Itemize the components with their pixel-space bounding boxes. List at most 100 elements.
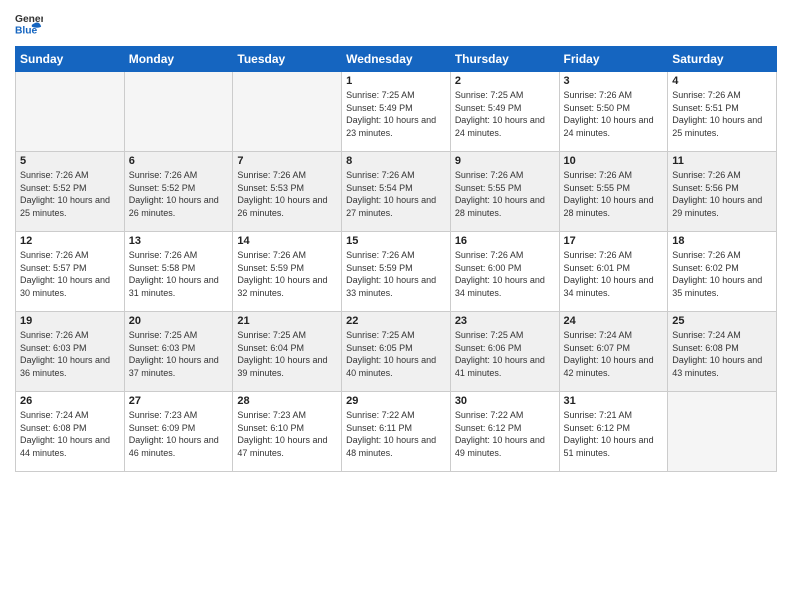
day-info: Sunrise: 7:22 AMSunset: 6:11 PMDaylight:… [346, 409, 446, 459]
day-info: Sunrise: 7:26 AMSunset: 5:58 PMDaylight:… [129, 249, 229, 299]
day-info: Sunrise: 7:26 AMSunset: 6:00 PMDaylight:… [455, 249, 555, 299]
day-info: Sunrise: 7:22 AMSunset: 6:12 PMDaylight:… [455, 409, 555, 459]
calendar-day-cell [668, 392, 777, 472]
calendar-day-cell [124, 72, 233, 152]
calendar-day-cell: 6 Sunrise: 7:26 AMSunset: 5:52 PMDaylight… [124, 152, 233, 232]
day-number: 12 [20, 235, 120, 247]
calendar-day-cell: 11 Sunrise: 7:26 AMSunset: 5:56 PMDayligh… [668, 152, 777, 232]
calendar-day-cell [233, 72, 342, 152]
day-number: 26 [20, 395, 120, 407]
calendar-day-cell: 4Sunrise: 7:26 AMSunset: 5:51 PMDaylight… [668, 72, 777, 152]
calendar-day-cell: 2 Sunrise: 7:25 AMSunset: 5:49 PMDaylight… [450, 72, 559, 152]
calendar-week-row: 19 Sunrise: 7:26 AMSunset: 6:03 PMDayligh… [16, 312, 777, 392]
calendar-week-row: 26 Sunrise: 7:24 AMSunset: 6:08 PMDayligh… [16, 392, 777, 472]
svg-text:Blue: Blue [15, 25, 38, 36]
calendar-day-cell: 31Sunrise: 7:21 AMSunset: 6:12 PMDayligh… [559, 392, 668, 472]
page: General Blue SundayMondayTuesdayWednesda… [0, 0, 792, 612]
calendar-day-cell: 9Sunrise: 7:26 AMSunset: 5:55 PMDaylight… [450, 152, 559, 232]
calendar-day-cell: 13 Sunrise: 7:26 AMSunset: 5:58 PMDayligh… [124, 232, 233, 312]
day-info: Sunrise: 7:26 AMSunset: 6:01 PMDaylight:… [564, 249, 664, 299]
calendar-day-cell: 1Sunrise: 7:25 AMSunset: 5:49 PMDaylight… [342, 72, 451, 152]
calendar-header-row: SundayMondayTuesdayWednesdayThursdayFrid… [16, 47, 777, 72]
day-of-week-header: Monday [124, 47, 233, 72]
day-info: Sunrise: 7:24 AMSunset: 6:07 PMDaylight:… [564, 329, 664, 379]
calendar-day-cell: 8Sunrise: 7:26 AMSunset: 5:54 PMDaylight… [342, 152, 451, 232]
calendar-day-cell: 30 Sunrise: 7:22 AMSunset: 6:12 PMDayligh… [450, 392, 559, 472]
day-number: 5 [20, 155, 120, 167]
calendar-day-cell: 15 Sunrise: 7:26 AMSunset: 5:59 PMDayligh… [342, 232, 451, 312]
day-info: Sunrise: 7:26 AMSunset: 5:52 PMDaylight:… [20, 169, 120, 219]
day-info: Sunrise: 7:26 AMSunset: 5:50 PMDaylight:… [564, 89, 664, 139]
day-number: 17 [564, 235, 664, 247]
day-info: Sunrise: 7:26 AMSunset: 6:03 PMDaylight:… [20, 329, 120, 379]
calendar-day-cell: 18Sunrise: 7:26 AMSunset: 6:02 PMDayligh… [668, 232, 777, 312]
day-number: 8 [346, 155, 446, 167]
calendar-day-cell: 29 Sunrise: 7:22 AMSunset: 6:11 PMDayligh… [342, 392, 451, 472]
day-number: 6 [129, 155, 229, 167]
day-number: 11 [672, 155, 772, 167]
calendar-day-cell: 5 Sunrise: 7:26 AMSunset: 5:52 PMDaylight… [16, 152, 125, 232]
day-number: 30 [455, 395, 555, 407]
calendar-day-cell: 19 Sunrise: 7:26 AMSunset: 6:03 PMDayligh… [16, 312, 125, 392]
day-number: 22 [346, 315, 446, 327]
logo-icon: General Blue [15, 10, 43, 38]
day-number: 25 [672, 315, 772, 327]
day-number: 13 [129, 235, 229, 247]
day-info: Sunrise: 7:21 AMSunset: 6:12 PMDaylight:… [564, 409, 664, 459]
day-info: Sunrise: 7:26 AMSunset: 5:57 PMDaylight:… [20, 249, 120, 299]
calendar-week-row: 1Sunrise: 7:25 AMSunset: 5:49 PMDaylight… [16, 72, 777, 152]
calendar-day-cell: 12 Sunrise: 7:26 AMSunset: 5:57 PMDayligh… [16, 232, 125, 312]
day-number: 19 [20, 315, 120, 327]
day-info: Sunrise: 7:26 AMSunset: 5:52 PMDaylight:… [129, 169, 229, 219]
calendar-day-cell: 7Sunrise: 7:26 AMSunset: 5:53 PMDaylight… [233, 152, 342, 232]
day-info: Sunrise: 7:23 AMSunset: 6:10 PMDaylight:… [237, 409, 337, 459]
day-number: 23 [455, 315, 555, 327]
day-info: Sunrise: 7:24 AMSunset: 6:08 PMDaylight:… [20, 409, 120, 459]
day-info: Sunrise: 7:25 AMSunset: 5:49 PMDaylight:… [346, 89, 446, 139]
day-number: 10 [564, 155, 664, 167]
calendar-day-cell: 27 Sunrise: 7:23 AMSunset: 6:09 PMDayligh… [124, 392, 233, 472]
header: General Blue [15, 10, 777, 38]
day-number: 15 [346, 235, 446, 247]
day-info: Sunrise: 7:25 AMSunset: 6:05 PMDaylight:… [346, 329, 446, 379]
day-info: Sunrise: 7:25 AMSunset: 6:03 PMDaylight:… [129, 329, 229, 379]
day-number: 18 [672, 235, 772, 247]
day-number: 3 [564, 75, 664, 87]
day-info: Sunrise: 7:26 AMSunset: 5:59 PMDaylight:… [346, 249, 446, 299]
logo: General Blue [15, 10, 43, 38]
day-info: Sunrise: 7:25 AMSunset: 5:49 PMDaylight:… [455, 89, 555, 139]
calendar-week-row: 5 Sunrise: 7:26 AMSunset: 5:52 PMDaylight… [16, 152, 777, 232]
calendar-day-cell: 16 Sunrise: 7:26 AMSunset: 6:00 PMDayligh… [450, 232, 559, 312]
day-info: Sunrise: 7:26 AMSunset: 5:56 PMDaylight:… [672, 169, 772, 219]
day-of-week-header: Tuesday [233, 47, 342, 72]
calendar-week-row: 12 Sunrise: 7:26 AMSunset: 5:57 PMDayligh… [16, 232, 777, 312]
day-info: Sunrise: 7:26 AMSunset: 5:55 PMDaylight:… [455, 169, 555, 219]
day-of-week-header: Saturday [668, 47, 777, 72]
day-info: Sunrise: 7:23 AMSunset: 6:09 PMDaylight:… [129, 409, 229, 459]
day-info: Sunrise: 7:26 AMSunset: 5:51 PMDaylight:… [672, 89, 772, 139]
day-info: Sunrise: 7:26 AMSunset: 5:55 PMDaylight:… [564, 169, 664, 219]
day-number: 16 [455, 235, 555, 247]
calendar-day-cell: 24Sunrise: 7:24 AMSunset: 6:07 PMDayligh… [559, 312, 668, 392]
calendar-day-cell [16, 72, 125, 152]
calendar-day-cell: 26 Sunrise: 7:24 AMSunset: 6:08 PMDayligh… [16, 392, 125, 472]
day-number: 29 [346, 395, 446, 407]
calendar-day-cell: 14Sunrise: 7:26 AMSunset: 5:59 PMDayligh… [233, 232, 342, 312]
day-of-week-header: Wednesday [342, 47, 451, 72]
calendar-day-cell: 23Sunrise: 7:25 AMSunset: 6:06 PMDayligh… [450, 312, 559, 392]
day-number: 27 [129, 395, 229, 407]
day-number: 28 [237, 395, 337, 407]
calendar-day-cell: 21Sunrise: 7:25 AMSunset: 6:04 PMDayligh… [233, 312, 342, 392]
calendar: SundayMondayTuesdayWednesdayThursdayFrid… [15, 46, 777, 472]
day-number: 20 [129, 315, 229, 327]
day-number: 14 [237, 235, 337, 247]
day-number: 7 [237, 155, 337, 167]
calendar-day-cell: 10 Sunrise: 7:26 AMSunset: 5:55 PMDayligh… [559, 152, 668, 232]
calendar-day-cell: 25 Sunrise: 7:24 AMSunset: 6:08 PMDayligh… [668, 312, 777, 392]
day-number: 2 [455, 75, 555, 87]
day-of-week-header: Sunday [16, 47, 125, 72]
calendar-day-cell: 20 Sunrise: 7:25 AMSunset: 6:03 PMDayligh… [124, 312, 233, 392]
calendar-day-cell: 17 Sunrise: 7:26 AMSunset: 6:01 PMDayligh… [559, 232, 668, 312]
day-of-week-header: Thursday [450, 47, 559, 72]
day-info: Sunrise: 7:24 AMSunset: 6:08 PMDaylight:… [672, 329, 772, 379]
